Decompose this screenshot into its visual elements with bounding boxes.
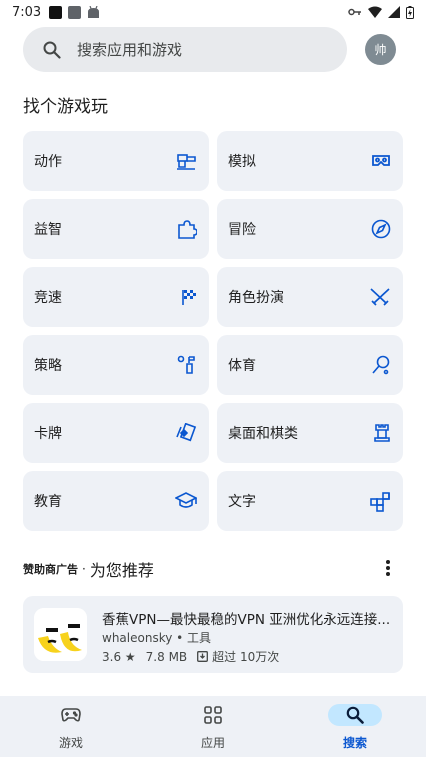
category-label: 益智 — [34, 222, 62, 238]
notification-icons — [49, 5, 100, 19]
app-downloads: 超过 10万次 — [212, 650, 280, 664]
search-bar[interactable]: 搜索应用和游戏 — [23, 27, 347, 72]
notification-icon — [68, 5, 82, 19]
avatar-text: 帅 — [374, 43, 387, 57]
app-developer-line: whaleonsky • 工具 — [102, 629, 211, 646]
racket-icon — [371, 355, 391, 375]
category-label: 动作 — [34, 154, 62, 170]
app-size: 7.8 MB — [145, 649, 188, 664]
category-label: 策略 — [34, 358, 62, 374]
nav-pill — [328, 704, 382, 726]
category-tile-adventure[interactable]: 冒险 — [217, 199, 403, 259]
category-label: 冒险 — [228, 222, 256, 238]
graduation-cap-icon — [175, 492, 197, 510]
nav-pill — [44, 704, 98, 726]
category-tile-simulation[interactable]: 模拟 — [217, 131, 403, 191]
category-tile-strategy[interactable]: 策略 — [23, 335, 209, 395]
separator: · — [82, 562, 86, 576]
action-icon — [175, 150, 197, 172]
category-tile-action[interactable]: 动作 — [23, 131, 209, 191]
search-icon — [346, 706, 364, 724]
app-category: 工具 — [187, 631, 212, 645]
category-tile-education[interactable]: 教育 — [23, 471, 209, 531]
category-tile-puzzle[interactable]: 益智 — [23, 199, 209, 259]
nav-label: 游戏 — [58, 736, 83, 750]
wifi-icon — [368, 6, 382, 18]
category-label: 竞速 — [34, 290, 62, 306]
category-label: 卡牌 — [34, 426, 62, 442]
android-icon — [88, 5, 100, 18]
category-tile-racing[interactable]: 竞速 — [23, 267, 209, 327]
category-label: 桌面和棋类 — [228, 426, 298, 442]
category-label: 体育 — [228, 358, 256, 374]
gamepad-icon — [61, 708, 81, 722]
status-time: 7:03 — [12, 4, 42, 20]
avatar[interactable]: 帅 — [365, 34, 396, 65]
chess-rook-icon — [373, 423, 391, 443]
app-rating-group: 3.6 ★ — [102, 650, 136, 664]
category-label: 教育 — [34, 494, 62, 510]
category-label: 模拟 — [228, 154, 256, 170]
crossed-swords-icon — [369, 287, 391, 307]
category-grid: 动作 模拟 益智 冒险 竞速 角色扮演 策略 体育 卡牌 桌面和棋类 教育 文字 — [23, 131, 403, 531]
category-tile-board[interactable]: 桌面和棋类 — [217, 403, 403, 463]
nav-apps[interactable]: 应用 — [173, 704, 253, 751]
category-tile-word[interactable]: 文字 — [217, 471, 403, 531]
section-title: 找个游戏玩 — [23, 97, 108, 117]
nav-label: 应用 — [200, 736, 225, 750]
app-rating: 3.6 — [102, 649, 122, 664]
bottom-navigation: 游戏 应用 搜索 — [0, 696, 426, 757]
apps-grid-icon — [204, 706, 222, 724]
category-tile-card[interactable]: 卡牌 — [23, 403, 209, 463]
star-icon: ★ — [121, 649, 136, 664]
app-downloads-group: 超过 10万次 — [197, 648, 279, 665]
battery-icon — [406, 5, 414, 19]
nav-games[interactable]: 游戏 — [31, 704, 111, 751]
status-bar: 7:03 — [0, 0, 426, 24]
nav-label: 搜索 — [342, 736, 367, 750]
strategy-icon — [177, 355, 197, 375]
recommended-title: 为您推荐 — [89, 561, 154, 580]
checkered-flag-icon — [181, 288, 197, 306]
vpn-key-icon — [348, 8, 361, 16]
app-icon — [34, 608, 87, 661]
category-tile-role-playing[interactable]: 角色扮演 — [217, 267, 403, 327]
category-tile-sports[interactable]: 体育 — [217, 335, 403, 395]
puzzle-icon — [177, 219, 197, 239]
vr-headset-icon — [371, 154, 391, 168]
signal-icon — [388, 6, 400, 18]
category-label: 角色扮演 — [228, 290, 284, 306]
sponsor-label: 赞助商广告 — [23, 563, 78, 576]
notification-icon — [49, 5, 63, 19]
download-icon — [197, 651, 209, 662]
app-developer: whaleonsky — [102, 631, 173, 645]
app-meta: 3.6 ★ 7.8 MB 超过 10万次 — [102, 648, 279, 665]
separator-dot: • — [176, 631, 188, 645]
more-options-icon[interactable] — [381, 558, 395, 578]
nav-pill — [186, 704, 240, 726]
word-tiles-icon — [369, 490, 391, 512]
category-label: 文字 — [228, 494, 256, 510]
app-card[interactable]: 香蕉VPN—最快最稳的VPN 亚洲优化永远连接... whaleonsky • … — [23, 596, 403, 673]
app-title: 香蕉VPN—最快最稳的VPN 亚洲优化永远连接... — [102, 612, 391, 628]
compass-icon — [371, 219, 391, 239]
search-icon — [43, 41, 61, 59]
system-icons — [348, 5, 414, 19]
search-placeholder: 搜索应用和游戏 — [77, 41, 183, 59]
ad-section-header: 赞助商广告 · 为您推荐 — [23, 557, 154, 581]
cards-icon — [175, 423, 197, 443]
nav-search[interactable]: 搜索 — [315, 704, 395, 751]
